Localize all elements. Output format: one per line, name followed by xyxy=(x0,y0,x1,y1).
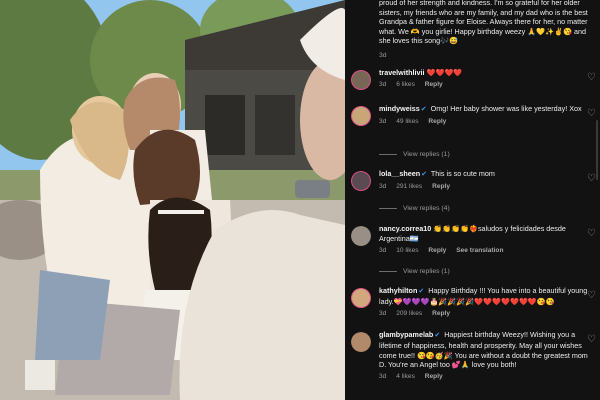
view-replies-button[interactable]: View replies (1) xyxy=(379,268,450,275)
comment-username[interactable]: travelwithlivii xyxy=(379,68,425,77)
reply-button[interactable]: Reply xyxy=(428,118,446,125)
comment-time: 3d xyxy=(379,182,387,190)
scrollbar[interactable] xyxy=(596,120,598,180)
see-translation-button[interactable]: See translation xyxy=(456,247,503,254)
view-replies-button[interactable]: View replies (1) xyxy=(379,151,450,158)
comment-username[interactable]: nancy.correa10 xyxy=(379,224,431,233)
comment-username[interactable]: mindyweiss xyxy=(379,104,420,113)
reply-button[interactable]: Reply xyxy=(432,310,450,317)
comment-likes[interactable]: 4 likes xyxy=(396,373,415,380)
comment-time: 3d xyxy=(379,117,387,125)
avatar[interactable] xyxy=(351,106,371,126)
comment-username[interactable]: glambypamelab xyxy=(379,330,433,339)
avatar[interactable] xyxy=(351,226,371,246)
comment-time: 3d xyxy=(379,309,387,317)
comment-text: Omg! Her baby shower was like yesterday!… xyxy=(430,104,582,113)
comment-likes[interactable]: 209 likes xyxy=(396,310,422,317)
verified-badge-icon: ✔ xyxy=(418,288,425,295)
avatar[interactable] xyxy=(351,70,371,90)
verified-badge-icon: ✔ xyxy=(420,106,427,113)
heart-icon[interactable]: ♡ xyxy=(587,108,596,119)
heart-icon[interactable]: ♡ xyxy=(587,334,596,345)
comment-time: 3d xyxy=(379,373,387,381)
caption-time: 3d xyxy=(379,52,387,59)
comment-likes[interactable]: 6 likes xyxy=(396,81,415,88)
heart-icon[interactable]: ♡ xyxy=(587,173,596,184)
reply-button[interactable]: Reply xyxy=(432,183,450,190)
comment-likes[interactable]: 49 likes xyxy=(396,118,418,125)
comment-username[interactable]: lola__sheen xyxy=(379,169,420,178)
heart-icon[interactable]: ♡ xyxy=(587,72,596,83)
view-replies-button[interactable]: View replies (4) xyxy=(379,205,450,212)
comment-likes[interactable]: 10 likes xyxy=(396,247,418,254)
comment-likes[interactable]: 291 likes xyxy=(396,183,422,190)
avatar[interactable] xyxy=(351,332,371,352)
verified-badge-icon: ✔ xyxy=(421,171,428,178)
heart-icon[interactable]: ♡ xyxy=(587,228,596,239)
photo-scene xyxy=(0,0,345,400)
comment-username[interactable]: kathyhilton xyxy=(379,286,417,295)
reply-button[interactable]: Reply xyxy=(425,81,443,88)
comment-time: 3d xyxy=(379,246,387,254)
reply-button[interactable]: Reply xyxy=(428,247,446,254)
comment-text: This is so cute mom xyxy=(430,169,495,178)
avatar[interactable] xyxy=(351,171,371,191)
reply-button[interactable]: Reply xyxy=(425,373,443,380)
heart-icon[interactable]: ♡ xyxy=(587,290,596,301)
comments-panel: proud of her strength and kindness. I'm … xyxy=(345,0,600,400)
comment-time: 3d xyxy=(379,80,387,88)
avatar[interactable] xyxy=(351,288,371,308)
post-photo xyxy=(0,0,345,400)
caption-text: proud of her strength and kindness. I'm … xyxy=(379,0,588,46)
comment-text: ❤️❤️❤️❤️ xyxy=(426,68,463,77)
verified-badge-icon: ✔ xyxy=(434,332,441,339)
